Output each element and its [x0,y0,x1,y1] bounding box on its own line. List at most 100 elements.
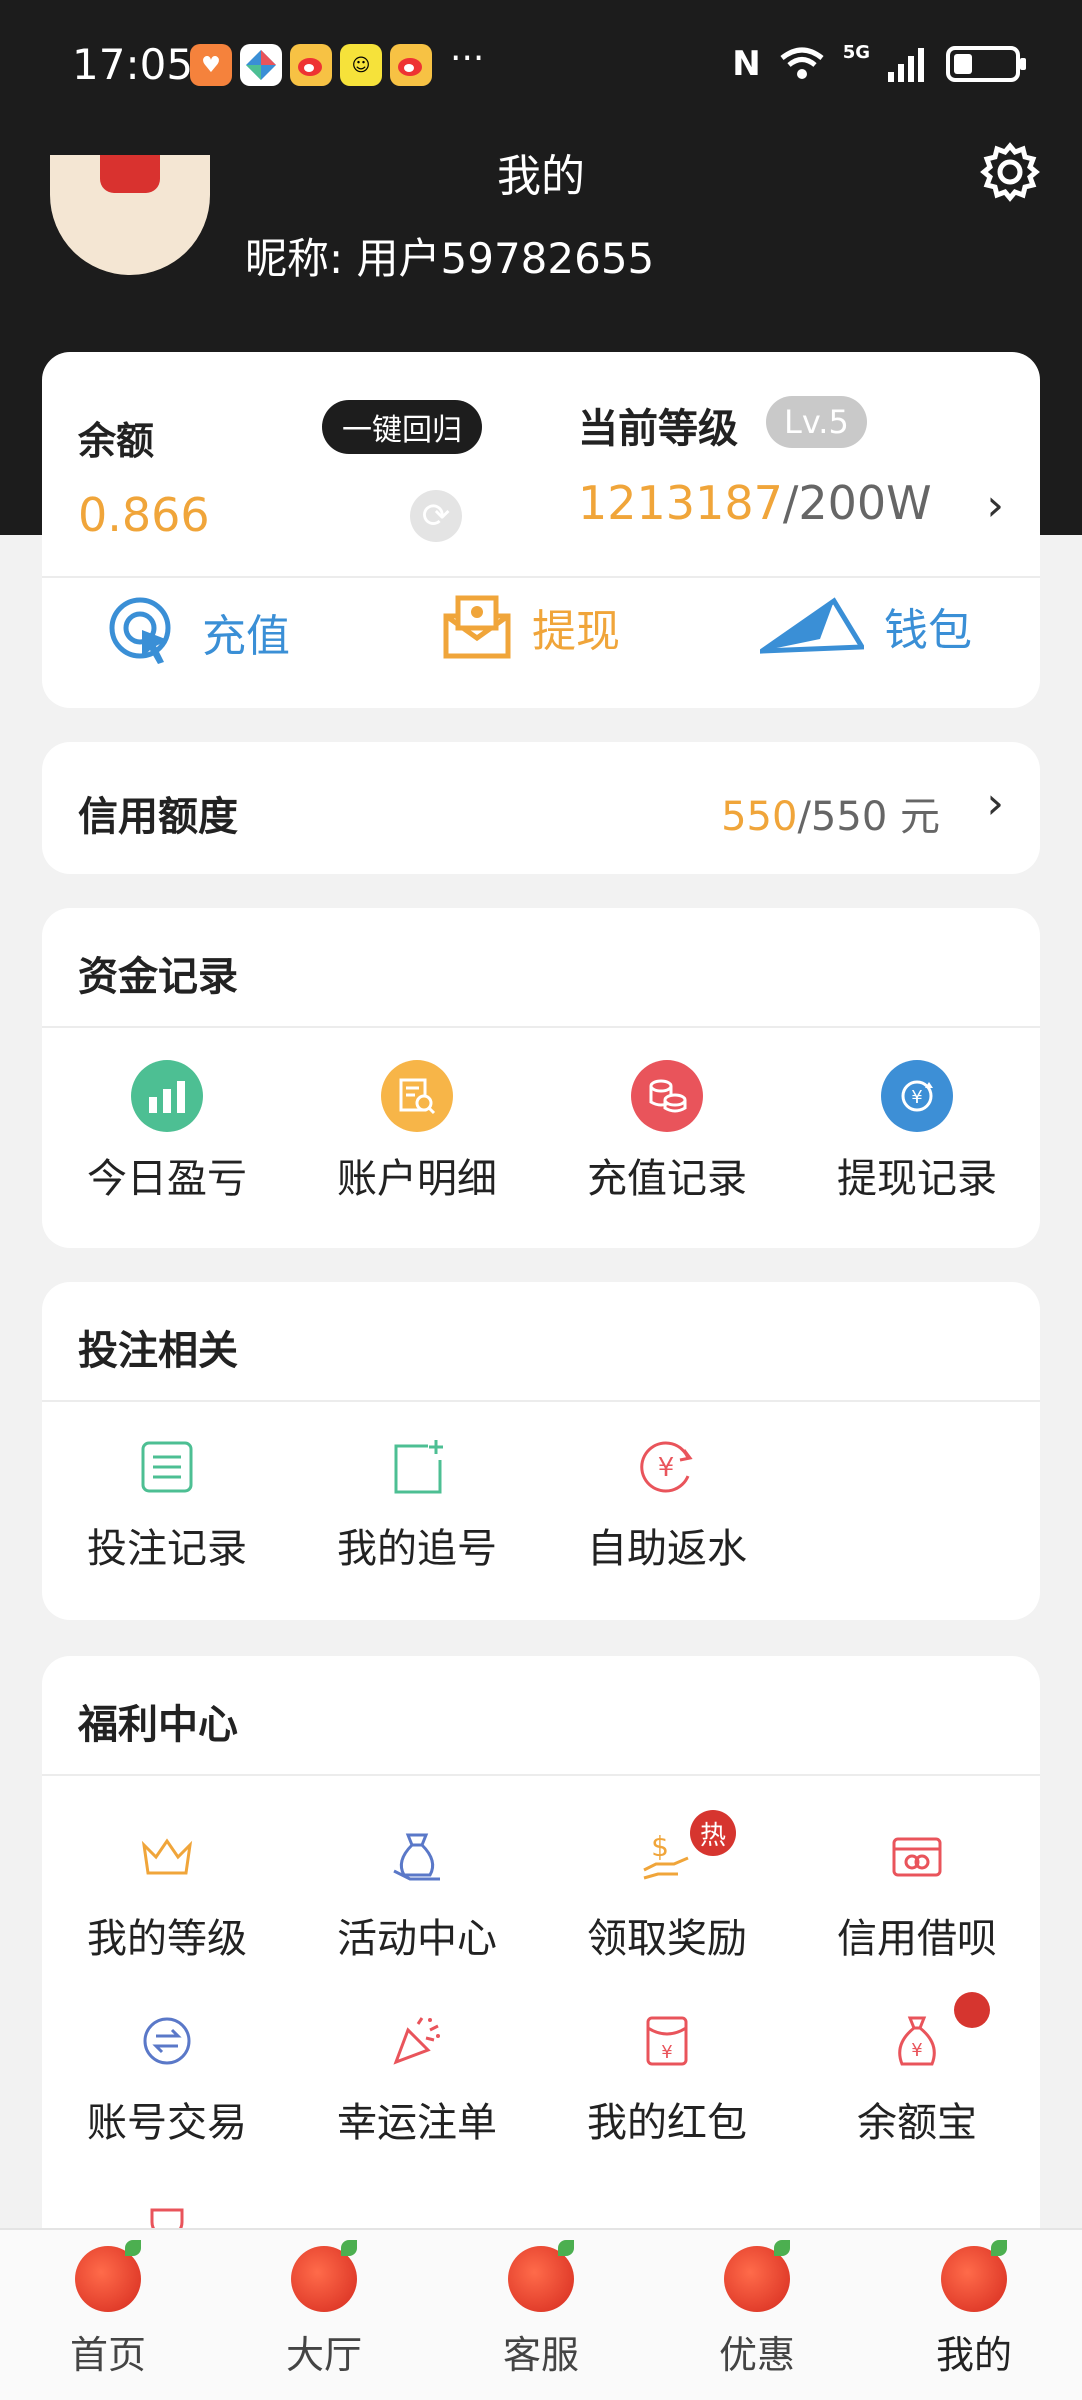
party-icon [382,2006,452,2076]
nav-label: 客服 [502,2333,579,2377]
grid-item-label: 余额宝 [857,2100,977,2146]
level-target: /200W [782,476,932,530]
chevron-right-icon[interactable]: › [986,480,1004,531]
home-icon [75,2240,141,2312]
wallet-button[interactable]: 钱包 [760,594,972,658]
grid-item-label: 幸运注单 [337,2100,497,2146]
nav-home[interactable]: 首页 [8,2240,208,2379]
nav-promotions[interactable]: 优惠 [657,2240,857,2379]
notification-dot [954,1992,990,2028]
grid-item-label: 充值记录 [587,1156,747,1202]
grid-item-label: 活动中心 [337,1916,497,1962]
nav-label: 优惠 [718,2333,795,2377]
gear-icon[interactable] [978,140,1042,204]
app-notification-icon [240,44,282,86]
weibo-icon [390,44,432,86]
grid-item-label: 提现记录 [837,1156,997,1202]
svg-text:¥: ¥ [911,2040,922,2061]
mine-icon [941,2240,1007,2312]
rebate-icon: ¥ [632,1432,702,1502]
grid-item-label: 账户明细 [337,1156,497,1202]
grid-item-bet-record[interactable]: 投注记录 [42,1432,292,1574]
nfc-icon: N [732,44,761,84]
money-bag-icon: ¥ [882,2006,952,2076]
exchange-icon [132,2006,202,2076]
svg-text:$: $ [651,1830,669,1863]
grid-item-today-profit[interactable]: 今日盈亏 [42,1060,292,1204]
customer-service-icon [508,2240,574,2312]
recharge-icon [109,597,171,664]
divider [42,1026,1040,1028]
nav-mine[interactable]: 我的 [874,2240,1074,2379]
svg-text:¥: ¥ [661,2042,672,2063]
divider [42,1774,1040,1776]
grid-item-withdraw-record[interactable]: ¥ 提现记录 [792,1060,1042,1204]
weibo-icon [290,44,332,86]
withdraw-record-icon: ¥ [881,1060,953,1132]
nav-label: 我的 [935,2333,1012,2377]
section-title: 投注相关 [78,1328,238,1374]
grid-item-label: 投注记录 [87,1526,247,1572]
grid-item-my-chase[interactable]: 我的追号 [292,1432,542,1574]
grid-item-my-level[interactable]: 我的等级 [42,1822,292,1964]
battery-icon [946,46,1026,82]
balance-value: 0.866 [78,488,210,542]
add-note-icon [382,1432,452,1502]
notification-icons: ♥ ☺ [190,44,432,86]
divider [42,1400,1040,1402]
wallet-icon [760,597,864,654]
level-progress[interactable]: 1213187/200W [578,476,932,530]
gift-icon [382,1822,452,1892]
withdraw-label: 提现 [532,606,620,657]
card-icon [882,1822,952,1892]
grid-item-account-detail[interactable]: 账户明细 [292,1060,542,1204]
grid-item-label: 我的红包 [587,2100,747,2146]
bet-card: 投注相关 投注记录 我的追号 ¥ 自助返水 [42,1282,1040,1620]
nav-customer-service[interactable]: 客服 [441,2240,641,2379]
nav-lobby[interactable]: 大厅 [224,2240,424,2379]
grid-item-balance-treasure[interactable]: ¥ 余额宝 [792,1992,1042,2148]
wifi-icon [780,47,824,79]
wallet-label: 钱包 [884,605,972,656]
chevron-right-icon[interactable]: › [986,778,1004,829]
grid-item-my-red-packet[interactable]: ¥ 我的红包 [542,2006,792,2148]
grid-item-label: 自助返水 [587,1526,747,1572]
level-current: 1213187 [578,476,783,530]
svg-text:¥: ¥ [658,1453,675,1483]
grid-item-label: 我的追号 [337,1526,497,1572]
grid-item-label: 账号交易 [87,2100,247,2146]
one-key-return-button[interactable]: 一键回归 [322,400,482,454]
grid-item-activity-center[interactable]: 活动中心 [292,1822,542,1964]
grid-item-account-trade[interactable]: 账号交易 [42,2006,292,2148]
withdraw-icon [443,595,511,659]
fund-records-card: 资金记录 今日盈亏 账户明细 充值记录 ¥ 提现记录 [42,908,1040,1248]
red-packet-icon: ¥ [632,2006,702,2076]
grid-item-credit-loan[interactable]: 信用借呗 [792,1822,1042,1964]
grid-item-lucky-bet[interactable]: 幸运注单 [292,2006,542,2148]
credit-value: 550/550 元 [721,784,940,842]
credit-current: 550 [721,794,798,840]
refresh-icon[interactable]: ⟳ [410,490,462,542]
signal-icon [888,48,924,82]
network-label: 5G [842,41,870,63]
recharge-label: 充值 [202,611,290,662]
svg-text:¥: ¥ [911,1087,922,1108]
divider [42,576,1040,578]
promotions-icon [724,2240,790,2312]
status-time: 17:05 [72,40,194,89]
level-label: 当前等级 [578,406,738,452]
section-title: 福利中心 [78,1702,238,1748]
grid-item-self-rebate[interactable]: ¥ 自助返水 [542,1432,792,1574]
withdraw-button[interactable]: 提现 [442,594,620,660]
recharge-button[interactable]: 充值 [106,594,290,670]
grid-item-label: 信用借呗 [837,1916,997,1962]
app-notification-icon: ♥ [190,44,232,86]
crown-icon [132,1822,202,1892]
grid-item-claim-reward[interactable]: $ 热 领取奖励 [542,1810,792,1964]
status-bar: 17:05 ♥ ☺ ··· N 5G [0,0,1082,130]
grid-item-label: 今日盈亏 [87,1156,247,1202]
hot-badge: 热 [690,1810,736,1856]
level-badge: Lv.5 [766,396,867,448]
credit-row[interactable]: 信用额度 550/550 元 › [42,742,1040,874]
grid-item-recharge-record[interactable]: 充值记录 [542,1060,792,1204]
